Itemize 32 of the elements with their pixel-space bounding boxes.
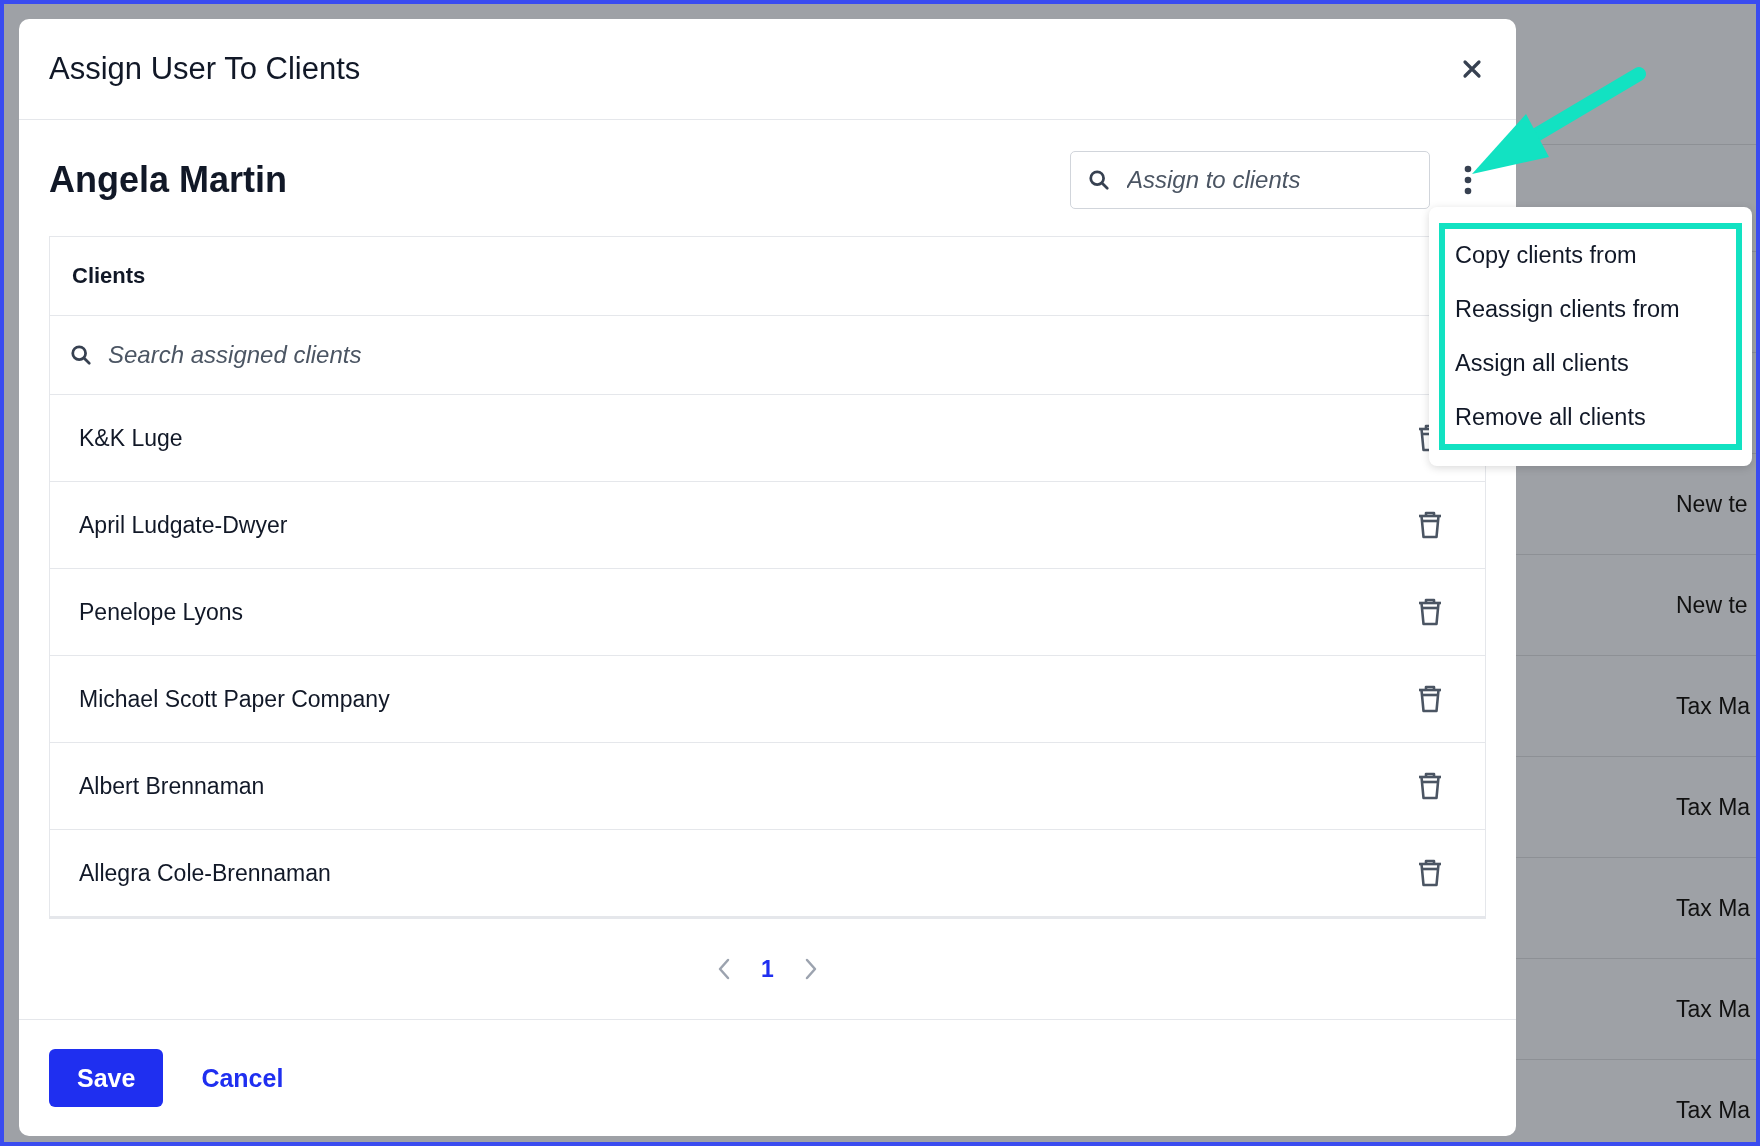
trash-icon[interactable] xyxy=(1417,510,1443,540)
page-button[interactable]: 1 xyxy=(757,953,778,985)
search-icon xyxy=(70,344,92,366)
client-name: Albert Brennaman xyxy=(79,772,265,800)
cancel-link[interactable]: Cancel xyxy=(187,1049,298,1107)
menu-item[interactable]: Assign all clients xyxy=(1455,349,1726,377)
trash-icon[interactable] xyxy=(1417,771,1443,801)
close-icon xyxy=(1462,59,1482,79)
save-button[interactable]: Save xyxy=(49,1049,164,1107)
menu-item[interactable]: Copy clients from xyxy=(1455,242,1726,270)
table-cell: New te xyxy=(1676,591,1748,619)
menu-item[interactable]: Remove all clients xyxy=(1455,403,1726,431)
more-options-icon[interactable] xyxy=(1464,165,1472,195)
table-cell: Tax Ma xyxy=(1676,1096,1751,1124)
dialog-title: Assign User To Clients xyxy=(49,51,361,87)
trash-icon[interactable] xyxy=(1417,684,1443,714)
column-header: Clients xyxy=(72,263,146,289)
trash-icon[interactable] xyxy=(1417,597,1443,627)
user-name: Angela Martin xyxy=(49,159,288,201)
trash-icon[interactable] xyxy=(1417,858,1443,888)
table-cell: Tax Ma xyxy=(1676,894,1751,922)
table-cell: New te xyxy=(1676,490,1748,518)
client-name: Michael Scott Paper Company xyxy=(79,685,390,713)
table-cell: Tax Ma xyxy=(1676,793,1751,821)
menu-item[interactable]: Reassign clients from xyxy=(1455,296,1726,324)
client-name: Allegra Cole-Brennaman xyxy=(79,859,331,887)
search-icon xyxy=(1088,169,1110,191)
client-name: K&K Luge xyxy=(79,424,183,452)
table-cell: Tax Ma xyxy=(1676,692,1751,720)
client-name: Penelope Lyons xyxy=(79,598,244,626)
client-name: April Ludgate-Dwyer xyxy=(79,511,288,539)
table-cell: Tax Ma xyxy=(1676,995,1751,1023)
